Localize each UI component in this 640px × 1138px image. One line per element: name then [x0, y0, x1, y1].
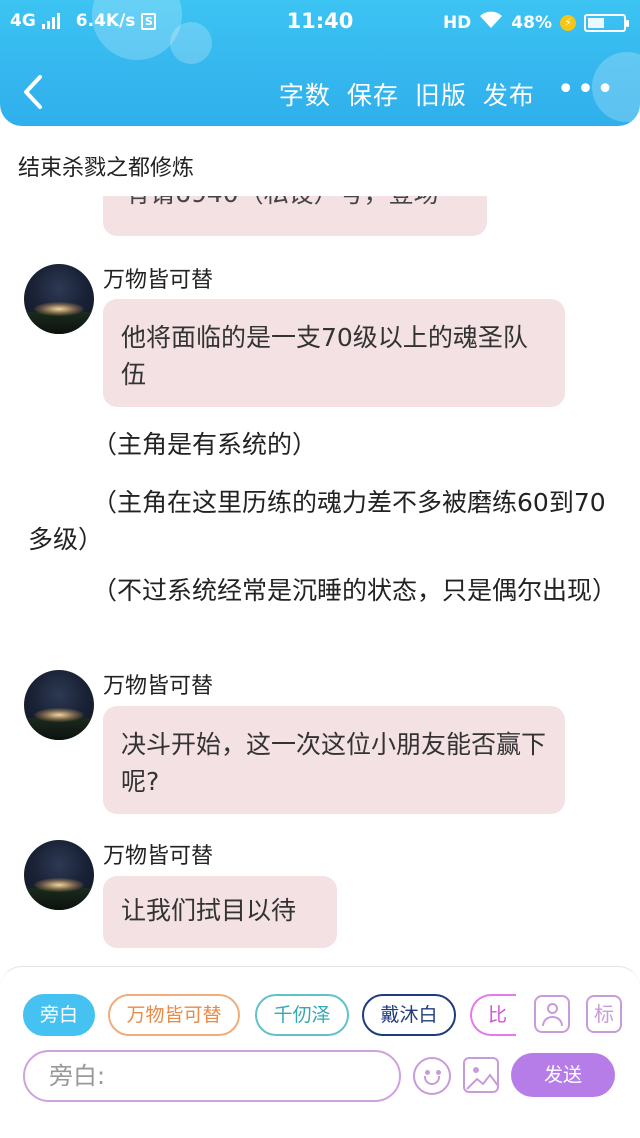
header-actions: 字数 保存 旧版 发布 •••: [263, 74, 640, 114]
composer-panel: 旁白 万物皆可替 千仞泽 戴沐白 比比东 标 发送: [0, 966, 640, 1138]
role-chip[interactable]: 万物皆可替: [108, 994, 240, 1036]
battery-icon: [584, 13, 629, 32]
message-text: 有请6940（私设）号，登场: [125, 196, 439, 210]
speaker-name: 万物皆可替: [103, 674, 214, 699]
narration-line: （不过系统经常是沉睡的状态，只是偶尔出现）: [92, 576, 618, 605]
role-chip[interactable]: 戴沐白: [362, 994, 456, 1036]
back-button[interactable]: [18, 72, 48, 112]
role-chip[interactable]: 比比东: [470, 994, 516, 1036]
speaker-name: 万物皆可替: [103, 268, 214, 293]
emoji-icon[interactable]: [413, 1057, 451, 1095]
chevron-left-icon: [24, 75, 42, 109]
old-version-button[interactable]: 旧版: [415, 76, 467, 112]
message-text: 他将面临的是一支70级以上的魂圣队伍: [121, 323, 528, 389]
avatar[interactable]: [24, 264, 94, 334]
word-count-button[interactable]: 字数: [279, 76, 331, 112]
save-button[interactable]: 保存: [347, 76, 399, 112]
hd-label: HD: [442, 12, 472, 33]
chat-area[interactable]: 有请6940（私设）号，登场 万物皆可替 他将面临的是一支70级以上的魂圣队伍 …: [0, 196, 640, 966]
top-app-bar: 4G 6.4K/s S 11:40 HD 48% ⚡ 字数 保存 旧版 发布 •…: [0, 0, 640, 126]
send-button[interactable]: 发送: [511, 1053, 615, 1097]
chapter-title: 结束杀戮之都修炼: [18, 156, 195, 181]
message-text: 让我们拭目以待: [121, 896, 297, 925]
wifi-icon: [479, 11, 503, 34]
charging-icon: ⚡: [560, 14, 576, 31]
more-options-icon[interactable]: •••: [557, 75, 616, 108]
message-bubble[interactable]: 他将面临的是一支70级以上的魂圣队伍: [103, 299, 565, 407]
role-chip[interactable]: 千仞泽: [255, 994, 349, 1036]
avatar[interactable]: [24, 840, 94, 910]
avatar[interactable]: [24, 670, 94, 740]
message-text: 决斗开始，这一次这位小朋友能否赢下呢?: [121, 730, 547, 796]
publish-button[interactable]: 发布: [483, 76, 535, 112]
image-icon[interactable]: [463, 1057, 499, 1093]
message-bubble[interactable]: 让我们拭目以待: [103, 876, 337, 948]
message-bubble[interactable]: 决斗开始，这一次这位小朋友能否赢下呢?: [103, 706, 565, 814]
user-icon[interactable]: [534, 995, 570, 1033]
speaker-name: 万物皆可替: [103, 844, 214, 869]
narration-line: （主角是有系统的）: [92, 430, 318, 459]
message-input[interactable]: [23, 1050, 401, 1102]
role-chip-narrator[interactable]: 旁白: [23, 994, 95, 1036]
battery-percent: 48%: [511, 12, 552, 33]
message-bubble-partial: 有请6940（私设）号，登场: [103, 196, 487, 236]
tag-icon[interactable]: 标: [586, 995, 622, 1033]
status-bar: 4G 6.4K/s S 11:40 HD 48% ⚡: [0, 0, 640, 44]
narration-line: （主角在这里历练的魂力差不多被磨练60到70多级）: [28, 488, 606, 554]
